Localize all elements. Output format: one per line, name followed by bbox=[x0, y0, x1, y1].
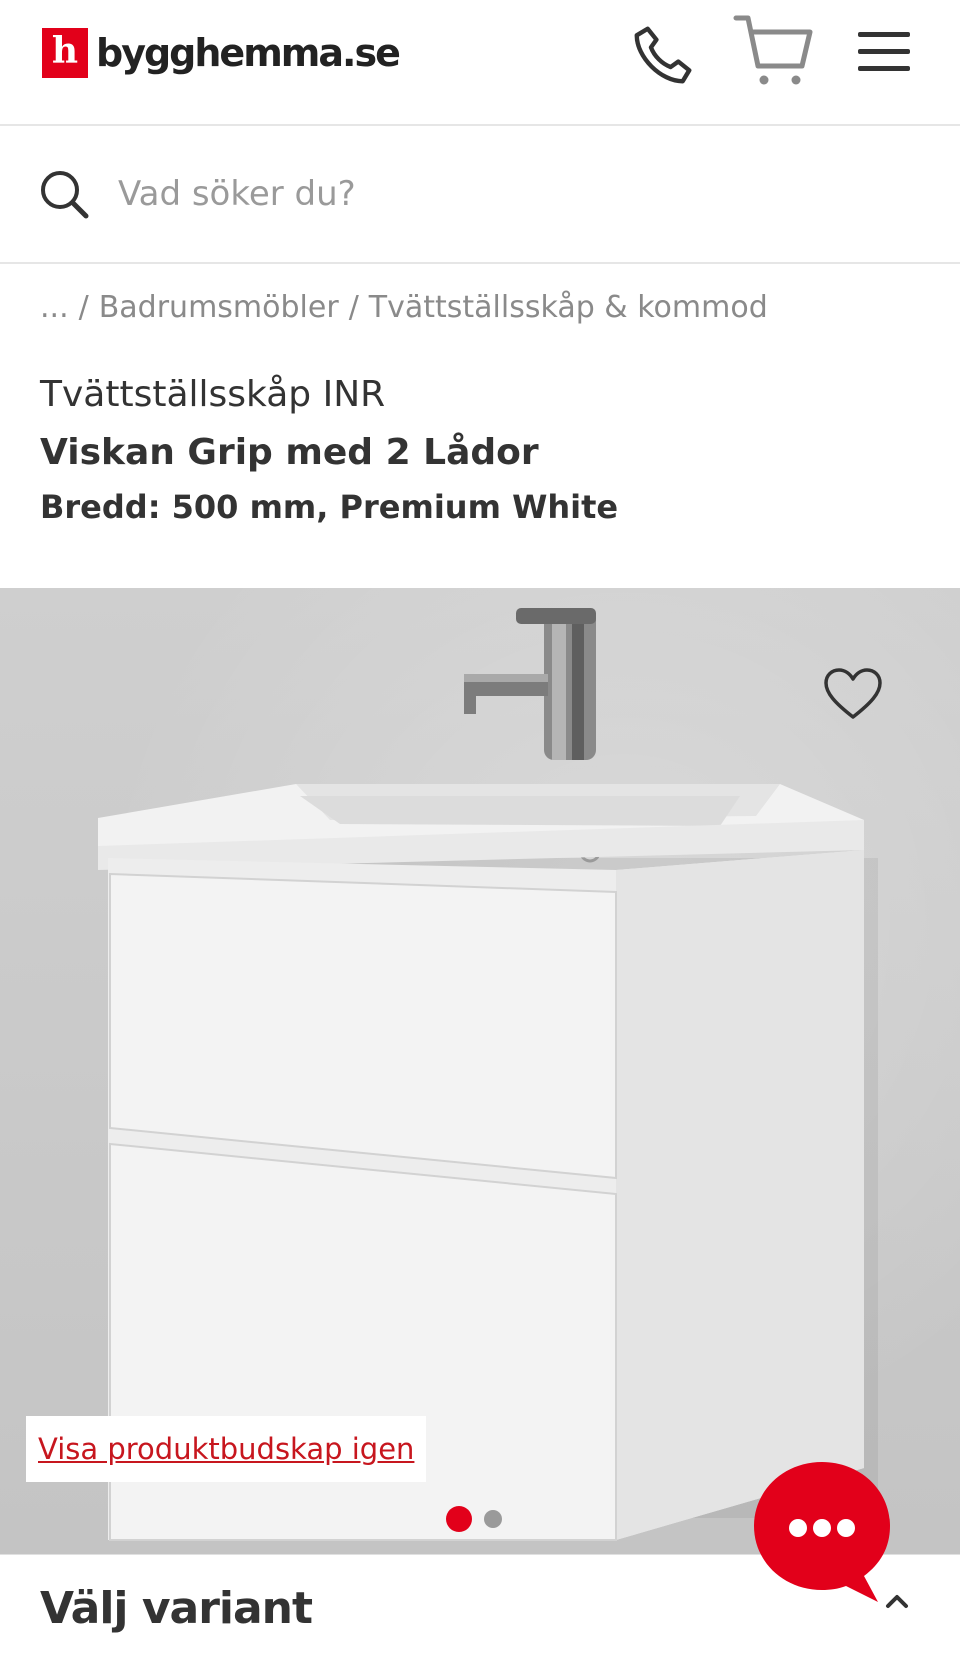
chat-button[interactable] bbox=[752, 1458, 892, 1606]
breadcrumb-separator: / bbox=[78, 290, 89, 325]
logo-text: bygghemma.se bbox=[96, 31, 401, 75]
carousel-dot-active[interactable] bbox=[446, 1506, 472, 1532]
breadcrumb-item-tvattstallsskap[interactable]: Tvättställsskåp & kommod bbox=[369, 290, 768, 325]
carousel-dot[interactable] bbox=[484, 1510, 502, 1528]
cart-icon bbox=[733, 15, 813, 85]
chat-bubble-dots-icon bbox=[754, 1462, 890, 1602]
logo-mark: h bbox=[42, 28, 88, 78]
heart-outline-icon bbox=[824, 668, 882, 719]
show-product-message-label: Visa produktbudskap igen bbox=[38, 1432, 415, 1466]
breadcrumb-separator: / bbox=[348, 290, 359, 325]
search-icon bbox=[38, 168, 92, 226]
show-product-message-button[interactable]: Visa produktbudskap igen bbox=[26, 1416, 427, 1482]
variant-section-title: Välj variant bbox=[40, 1583, 313, 1634]
breadcrumb: ... / Badrumsmöbler / Tvättställsskåp & komm… bbox=[40, 290, 768, 325]
hamburger-menu-icon bbox=[858, 32, 910, 71]
product-variant-line: Bredd: 500 mm, Premium White bbox=[40, 488, 619, 526]
product-brand-line: Tvättställsskåp INR bbox=[40, 374, 386, 415]
menu-button[interactable] bbox=[856, 28, 912, 76]
site-header: h bygghemma.se bbox=[0, 0, 960, 126]
favorite-button[interactable] bbox=[820, 664, 886, 724]
product-name: Viskan Grip med 2 Lådor bbox=[40, 432, 539, 473]
breadcrumb-ellipsis[interactable]: ... bbox=[40, 290, 69, 325]
product-image bbox=[98, 608, 878, 1541]
breadcrumb-item-badrumsmobler[interactable]: Badrumsmöbler bbox=[99, 290, 339, 325]
carousel-pagination bbox=[446, 1506, 514, 1532]
phone-button[interactable] bbox=[628, 20, 698, 90]
search-input[interactable] bbox=[118, 164, 898, 224]
search-bar bbox=[0, 128, 960, 264]
site-logo[interactable]: h bygghemma.se bbox=[42, 28, 401, 78]
phone-icon bbox=[634, 26, 692, 84]
cart-button[interactable] bbox=[732, 10, 814, 92]
logo-letter: h bbox=[51, 30, 79, 72]
product-image-gallery[interactable]: Visa produktbudskap igen bbox=[0, 588, 960, 1554]
